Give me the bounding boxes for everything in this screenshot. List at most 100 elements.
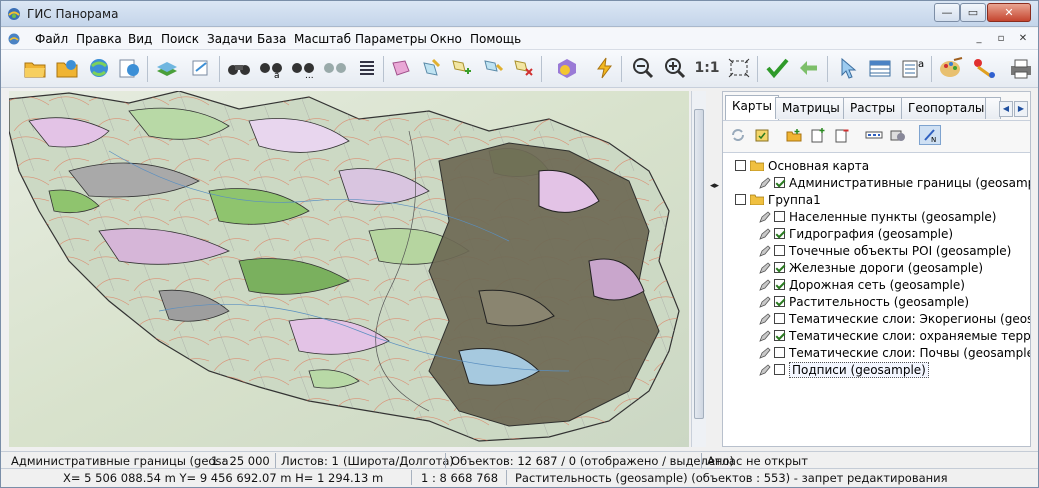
edit-pencil-icon[interactable]: [759, 346, 771, 359]
form-icon[interactable]: a: [899, 54, 927, 82]
tree-layer[interactable]: Тематические слои: Почвы (geosample): [759, 344, 1030, 361]
tab-maps[interactable]: Карты: [725, 95, 779, 120]
tree-layer[interactable]: Растительность (geosample): [759, 293, 969, 310]
zoom-in-icon[interactable]: [661, 54, 689, 82]
add-object-icon[interactable]: [447, 54, 475, 82]
layer-visibility-checkbox[interactable]: [774, 245, 785, 256]
tree-layer[interactable]: Подписи (geosample): [759, 361, 929, 378]
palette-icon[interactable]: [937, 54, 965, 82]
3d-model-icon[interactable]: [553, 54, 581, 82]
add-folder-icon[interactable]: [785, 126, 803, 144]
mdi-restore-icon[interactable]: ▫: [993, 32, 1009, 46]
find-by-name-icon[interactable]: a: [257, 54, 285, 82]
map-canvas[interactable]: [9, 91, 689, 447]
legend-icon[interactable]: [865, 126, 883, 144]
add-map-icon[interactable]: [809, 126, 827, 144]
print-icon[interactable]: [1007, 54, 1035, 82]
layer-visibility-checkbox[interactable]: [774, 211, 785, 222]
edit-pencil-icon[interactable]: [759, 363, 771, 376]
binoculars-icon[interactable]: [225, 54, 253, 82]
tree-layer[interactable]: Тематические слои: охраняемые территор: [759, 327, 1030, 344]
mdi-minimize-icon[interactable]: _: [971, 32, 987, 46]
map-vertical-scrollbar[interactable]: [691, 91, 706, 447]
menu-view[interactable]: Вид: [128, 32, 152, 46]
layer-visibility-checkbox[interactable]: [774, 313, 785, 324]
edit-pencil-icon[interactable]: [759, 227, 771, 240]
layer-visibility-checkbox[interactable]: [774, 177, 785, 188]
maximize-button[interactable]: ▭: [960, 3, 986, 22]
menu-window[interactable]: Окно: [430, 32, 462, 46]
mdi-close-icon[interactable]: ✕: [1015, 32, 1031, 46]
menu-scale[interactable]: Масштаб: [294, 32, 351, 46]
tree-layer[interactable]: Тематические слои: Экорегионы (geosamp: [759, 310, 1030, 327]
move-object-icon[interactable]: [479, 54, 507, 82]
tab-scroll-left-icon[interactable]: ◀: [999, 101, 1013, 117]
actual-scale-button[interactable]: 1:1: [693, 54, 721, 82]
menu-edit[interactable]: Правка: [76, 32, 122, 46]
layers-icon[interactable]: [153, 54, 181, 82]
menu-database[interactable]: База: [257, 32, 286, 46]
delete-object-icon[interactable]: [509, 54, 537, 82]
layer-visibility-checkbox[interactable]: [774, 330, 785, 341]
edit-pencil-icon[interactable]: [759, 278, 771, 291]
tab-rasters[interactable]: Растры: [843, 97, 903, 119]
select-object-icon[interactable]: [387, 54, 415, 82]
settings-icon[interactable]: [889, 126, 907, 144]
title-bar[interactable]: ГИС Панорама — ▭ ✕: [1, 1, 1038, 27]
edit-pencil-icon[interactable]: [759, 176, 771, 189]
globe-document-icon[interactable]: [115, 54, 143, 82]
tree-layer[interactable]: Административные границы (geosample): [759, 174, 1030, 191]
menu-help[interactable]: Помощь: [470, 32, 521, 46]
layer-visibility-checkbox[interactable]: [774, 296, 785, 307]
close-button[interactable]: ✕: [987, 3, 1031, 22]
open-folder-icon[interactable]: [21, 54, 49, 82]
tree-layer[interactable]: Железные дороги (geosample): [759, 259, 983, 276]
menu-tasks[interactable]: Задачи: [207, 32, 253, 46]
panel-splitter[interactable]: ◂▸: [707, 91, 721, 447]
remove-map-icon[interactable]: [833, 126, 851, 144]
edit-pencil-icon[interactable]: [759, 312, 771, 325]
tab-matrices[interactable]: Матрицы: [775, 97, 847, 119]
list-icon[interactable]: [353, 54, 381, 82]
undo-icon[interactable]: [795, 54, 823, 82]
map-view[interactable]: [9, 91, 689, 447]
splitter-arrows-icon[interactable]: ◂▸: [710, 181, 719, 191]
edit-pencil-icon[interactable]: [759, 261, 771, 274]
tree-layer[interactable]: Точечные объекты POI (geosample): [759, 242, 1011, 259]
layer-visibility-checkbox[interactable]: [774, 262, 785, 273]
tree-layer[interactable]: Дорожная сеть (geosample): [759, 276, 965, 293]
menu-file[interactable]: Файл: [35, 32, 68, 46]
table-select-icon[interactable]: [867, 54, 895, 82]
document-icon[interactable]: [7, 32, 21, 46]
layer-visibility-checkbox[interactable]: [774, 279, 785, 290]
menu-parameters[interactable]: Параметры: [355, 32, 427, 46]
layer-visibility-checkbox[interactable]: [735, 194, 746, 205]
open-map-icon[interactable]: [53, 54, 81, 82]
minimize-button[interactable]: —: [934, 3, 960, 22]
apply-check-icon[interactable]: [763, 54, 791, 82]
edit-mode-toggle-icon[interactable]: N: [919, 125, 941, 145]
layer-visibility-checkbox[interactable]: [774, 347, 785, 358]
edit-pencil-icon[interactable]: [759, 244, 771, 257]
refresh-icon[interactable]: [729, 126, 747, 144]
layer-visibility-checkbox[interactable]: [735, 160, 746, 171]
layer-properties-icon[interactable]: [187, 54, 215, 82]
edit-pencil-icon[interactable]: [759, 295, 771, 308]
find-next-icon[interactable]: ...: [289, 54, 317, 82]
tab-scroll-right-icon[interactable]: ▶: [1014, 101, 1028, 117]
layer-visibility-checkbox[interactable]: [774, 364, 785, 375]
zoom-out-icon[interactable]: [629, 54, 657, 82]
find-area-icon[interactable]: [321, 54, 349, 82]
open-globe-icon[interactable]: [85, 54, 113, 82]
tree-group[interactable]: Группа1: [735, 191, 821, 208]
tab-geoportals[interactable]: Геопорталы: [901, 97, 992, 119]
tree-layer[interactable]: Населенные пункты (geosample): [759, 208, 996, 225]
edit-pencil-icon[interactable]: [759, 329, 771, 342]
fit-extent-icon[interactable]: [725, 54, 753, 82]
menu-search[interactable]: Поиск: [161, 32, 199, 46]
edit-object-icon[interactable]: [417, 54, 445, 82]
lightning-icon[interactable]: [591, 54, 619, 82]
tree-group[interactable]: Основная карта: [735, 157, 869, 174]
layer-visibility-checkbox[interactable]: [774, 228, 785, 239]
edit-pencil-icon[interactable]: [759, 210, 771, 223]
